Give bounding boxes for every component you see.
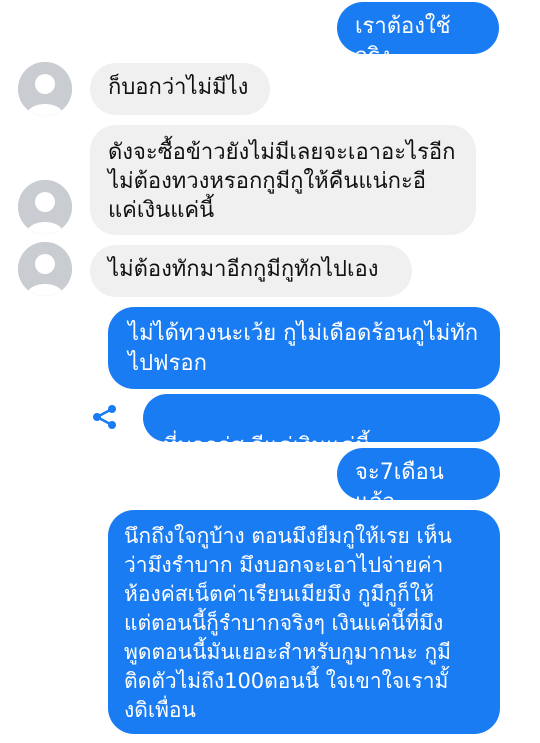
contact-avatar[interactable] <box>18 62 72 116</box>
outgoing-message[interactable]: นึกถึงใจกูบ้าง ตอนมึงยืมกูให้เรย เห็น ว่… <box>108 510 500 734</box>
user-silhouette-icon <box>18 242 72 296</box>
contact-avatar[interactable] <box>18 180 72 234</box>
incoming-message[interactable]: ดังจะซื้อข้าวยังไม่มีเลยจะเอาอะไรอีก ไม่… <box>90 125 476 235</box>
incoming-message[interactable]: ก็บอกว่าไม่มีไง <box>90 63 270 115</box>
outgoing-message[interactable]: เราต้องใช้จริง <box>337 2 499 69</box>
message-text: นะ <box>248 464 276 489</box>
user-silhouette-icon <box>18 62 72 116</box>
outgoing-message[interactable]: ไม่ได้ทวงนะเว้ย กูไม่เดือดร้อนกูไม่ทัก ไ… <box>108 307 500 389</box>
incoming-message[interactable]: ไม่ต้องทักมาอีกกูมีกูทักไปเอง <box>90 245 412 297</box>
outgoing-message[interactable]: ที่บอกว่ส อีแค่เงินแค่นี้ มัน4000นะ <box>143 394 500 489</box>
share-icon[interactable] <box>90 402 120 432</box>
contact-avatar[interactable] <box>18 242 72 296</box>
amount-link[interactable]: 4000 <box>193 464 249 489</box>
user-silhouette-icon <box>18 180 72 234</box>
outgoing-message[interactable]: จะ7เดือนแล้ว <box>337 448 500 515</box>
